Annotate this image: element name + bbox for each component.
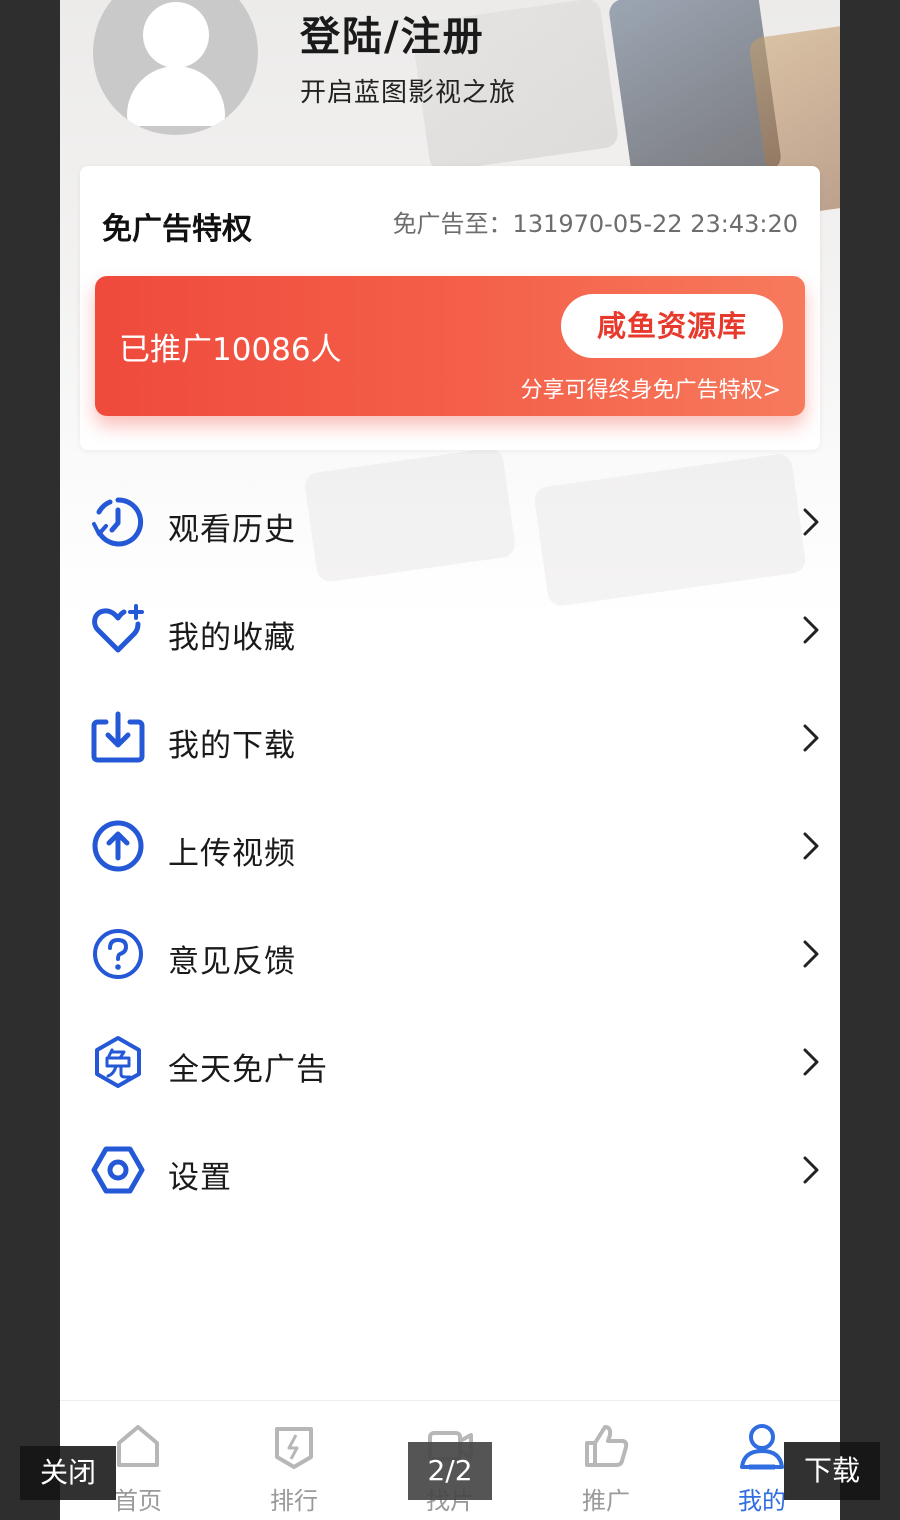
ad-free-card: 免广告特权 免广告至：131970-05-22 23:43:20 已推广1008… xyxy=(80,166,820,450)
tab-label: 排行 xyxy=(270,1487,318,1515)
menu-item-label: 全天免广告 xyxy=(168,1052,328,1088)
menu-item-history[interactable]: 观看历史 xyxy=(60,470,840,578)
thumbs-up-icon xyxy=(585,1425,629,1467)
chevron-right-icon xyxy=(803,724,819,752)
ranking-icon xyxy=(275,1427,313,1469)
profile-icon xyxy=(740,1424,784,1470)
menu-item-label: 上传视频 xyxy=(168,836,296,872)
chevron-right-icon xyxy=(803,1048,819,1076)
history-icon xyxy=(92,497,144,547)
viewer-page-indicator: 2/2 xyxy=(408,1442,492,1500)
login-register-link[interactable]: 登陆/注册 xyxy=(300,4,485,62)
promo-share-link[interactable]: 分享可得终身免广告特权> xyxy=(521,372,781,404)
feedback-question-icon xyxy=(93,929,143,979)
chevron-right-icon xyxy=(803,508,819,536)
avatar-head-shape xyxy=(143,2,209,68)
menu-item-favorites[interactable]: 我的收藏 xyxy=(60,578,840,686)
menu-item-downloads[interactable]: 我的下载 xyxy=(60,686,840,794)
home-icon xyxy=(117,1425,159,1467)
menu-item-label: 设置 xyxy=(168,1160,232,1196)
menu-list: 观看历史 我的收藏 我的下载 上传视频 意见反馈 全天免广告 设置 xyxy=(60,470,840,1226)
menu-item-label: 我的收藏 xyxy=(168,620,296,656)
menu-item-label: 观看历史 xyxy=(168,512,296,548)
tab-label: 推广 xyxy=(582,1487,630,1515)
favorite-heart-icon xyxy=(92,604,144,653)
phone-screen: 登陆/注册 开启蓝图影视之旅 免广告特权 免广告至：131970-05-22 2… xyxy=(60,0,840,1520)
promo-banner[interactable]: 已推广10086人 咸鱼资源库 分享可得终身免广告特权> xyxy=(95,276,805,416)
tab-ranking[interactable]: 排行 xyxy=(216,1401,372,1520)
login-subtitle: 开启蓝图影视之旅 xyxy=(300,78,517,108)
viewer-download-button[interactable]: 下载 xyxy=(784,1442,880,1500)
download-icon xyxy=(91,711,145,763)
ad-free-expire-text: 免广告至：131970-05-22 23:43:20 xyxy=(392,210,798,238)
ad-free-badge-icon xyxy=(95,1036,141,1088)
upload-icon xyxy=(92,820,144,872)
settings-hex-icon xyxy=(91,1146,145,1194)
menu-item-feedback[interactable]: 意见反馈 xyxy=(60,902,840,1010)
avatar-body-shape xyxy=(127,66,225,126)
chevron-right-icon xyxy=(803,1156,819,1184)
chevron-right-icon xyxy=(803,940,819,968)
chevron-right-icon xyxy=(803,616,819,644)
menu-item-upload[interactable]: 上传视频 xyxy=(60,794,840,902)
viewer-close-button[interactable]: 关闭 xyxy=(20,1446,116,1500)
menu-item-label: 我的下载 xyxy=(168,728,296,764)
ad-free-title: 免广告特权 xyxy=(102,212,252,247)
chevron-right-icon xyxy=(803,832,819,860)
promo-count: 已推广10086人 xyxy=(119,332,342,368)
resource-library-button[interactable]: 咸鱼资源库 xyxy=(561,294,783,358)
menu-item-settings[interactable]: 设置 xyxy=(60,1118,840,1226)
menu-item-ad-free[interactable]: 全天免广告 xyxy=(60,1010,840,1118)
tab-promote[interactable]: 推广 xyxy=(528,1401,684,1520)
menu-item-label: 意见反馈 xyxy=(168,944,296,980)
